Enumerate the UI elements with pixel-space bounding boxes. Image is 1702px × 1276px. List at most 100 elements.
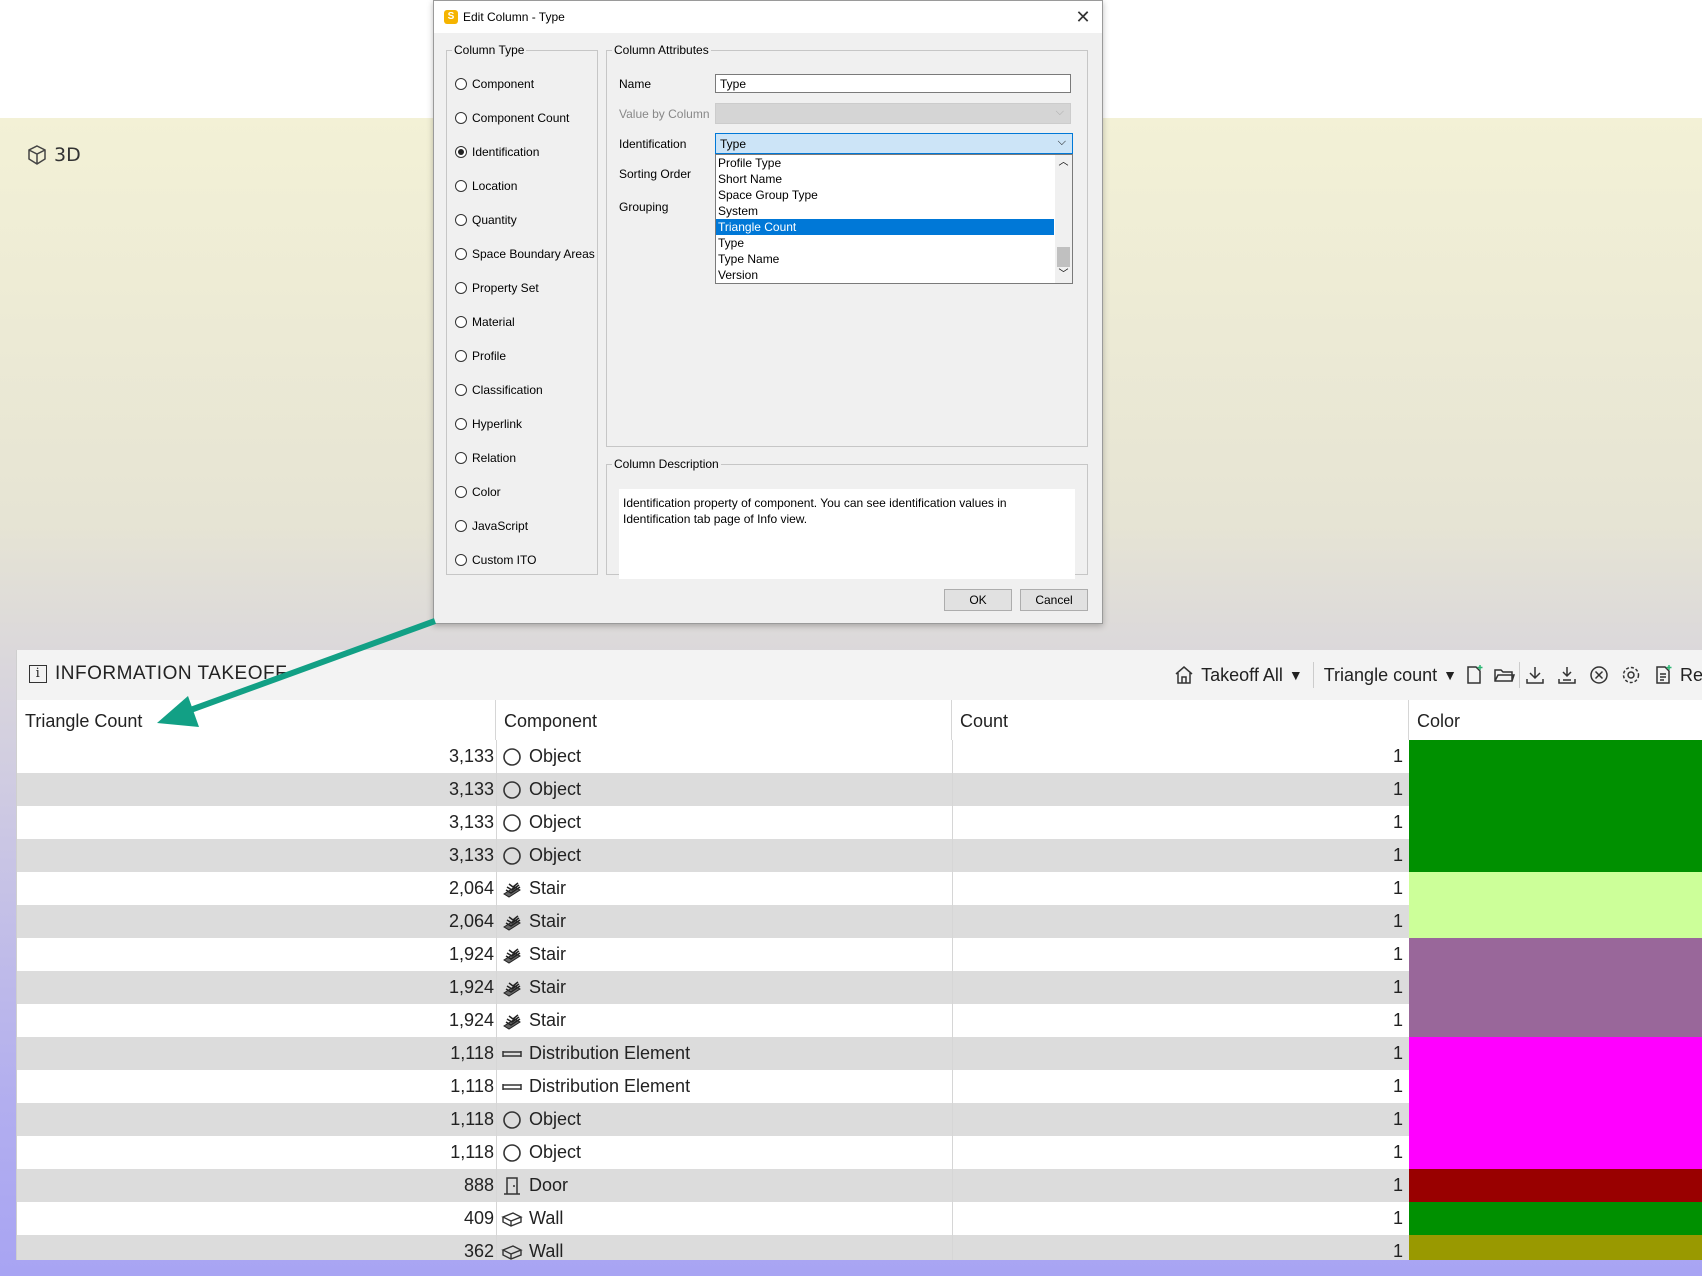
identification-dropdown-list[interactable]: Profile Type Short Name Space Group Type Sy… xyxy=(715,154,1073,284)
preset-dropdown[interactable]: Triangle count ▼ xyxy=(1318,665,1463,686)
table-row[interactable]: 3,133 Object 1 xyxy=(17,839,1702,872)
radio-button[interactable] xyxy=(455,180,467,192)
dropdown-option[interactable]: Triangle Count xyxy=(716,219,1054,235)
radio-button[interactable] xyxy=(455,282,467,294)
identification-select-value: Type xyxy=(720,137,747,151)
radio-button[interactable] xyxy=(455,248,467,260)
download-icon[interactable] xyxy=(1524,664,1546,686)
table-row[interactable]: 362 Wall 1 xyxy=(17,1235,1702,1260)
radio-button[interactable] xyxy=(455,418,467,430)
clear-icon[interactable] xyxy=(1588,664,1610,686)
table-row[interactable]: 1,118 Distribution Element 1 xyxy=(17,1037,1702,1070)
component-cell: Stair xyxy=(496,971,952,1004)
table-row[interactable]: 1,118 Object 1 xyxy=(17,1103,1702,1136)
scroll-up-icon[interactable]: ︿ xyxy=(1055,155,1072,171)
report-icon[interactable] xyxy=(1652,664,1674,686)
info-icon: i xyxy=(29,665,47,683)
column-type-option-javascript[interactable]: JavaScript xyxy=(455,519,528,533)
toolbar-separator xyxy=(1518,662,1520,688)
column-header-count[interactable]: Count xyxy=(952,700,1409,740)
scroll-down-icon[interactable]: ﹀ xyxy=(1055,267,1072,283)
table-row[interactable]: 2,064 Stair 1 xyxy=(17,905,1702,938)
takeoff-all-dropdown[interactable]: Takeoff All ▼ xyxy=(1167,664,1309,686)
color-swatch-cell xyxy=(1409,872,1702,905)
dropdown-option[interactable]: Type xyxy=(716,235,1054,251)
radio-label: Location xyxy=(472,179,518,193)
table-row[interactable]: 1,118 Distribution Element 1 xyxy=(17,1070,1702,1103)
radio-button[interactable] xyxy=(455,520,467,532)
table-row[interactable]: 409 Wall 1 xyxy=(17,1202,1702,1235)
dropdown-scrollbar[interactable]: ︿ ﹀ xyxy=(1055,155,1072,283)
table-row[interactable]: 1,924 Stair 1 xyxy=(17,971,1702,1004)
radio-button[interactable] xyxy=(455,554,467,566)
radio-button[interactable] xyxy=(455,78,467,90)
column-type-option-custom-ito[interactable]: Custom ITO xyxy=(455,553,536,567)
column-header-component[interactable]: Component xyxy=(496,700,952,740)
dropdown-option[interactable]: Profile Type xyxy=(716,155,1054,171)
dropdown-option[interactable]: Space Group Type xyxy=(716,187,1054,203)
component-name: Distribution Element xyxy=(529,1076,691,1096)
cancel-button[interactable]: Cancel xyxy=(1020,589,1088,611)
radio-button[interactable] xyxy=(455,384,467,396)
color-swatch-cell xyxy=(1409,1004,1702,1037)
column-type-option-relation[interactable]: Relation xyxy=(455,451,516,465)
ok-button[interactable]: OK xyxy=(944,589,1012,611)
column-type-option-color[interactable]: Color xyxy=(455,485,501,499)
dialog-titlebar[interactable]: S Edit Column - Type ✕ xyxy=(434,1,1102,33)
table-row[interactable]: 3,133 Object 1 xyxy=(17,773,1702,806)
column-type-option-space-boundary-areas[interactable]: Space Boundary Areas xyxy=(455,247,595,261)
open-folder-icon[interactable] xyxy=(1493,664,1515,686)
table-row[interactable]: 1,924 Stair 1 xyxy=(17,938,1702,971)
radio-button[interactable] xyxy=(455,112,467,124)
panel-header: i INFORMATION TAKEOFF Takeoff All ▼ Tria… xyxy=(17,650,1702,701)
dropdown-option[interactable]: Short Name xyxy=(716,171,1054,187)
column-header-color[interactable]: Color xyxy=(1409,700,1702,740)
radio-button[interactable] xyxy=(455,214,467,226)
column-type-option-hyperlink[interactable]: Hyperlink xyxy=(455,417,522,431)
radio-label: JavaScript xyxy=(472,519,529,533)
dropdown-option[interactable]: Version xyxy=(716,267,1054,283)
component-name: Distribution Element xyxy=(529,1043,691,1063)
triangle-count-cell: 409 xyxy=(463,1208,494,1228)
column-type-option-component-count[interactable]: Component Count xyxy=(455,111,569,125)
column-type-option-quantity[interactable]: Quantity xyxy=(455,213,517,227)
identification-select[interactable]: Type ⌵ xyxy=(715,133,1073,154)
radio-button[interactable] xyxy=(455,316,467,328)
radio-label: Material xyxy=(472,315,515,329)
chevron-down-icon[interactable]: ⌵ xyxy=(1058,136,1066,149)
triangle-count-cell: 3,133 xyxy=(448,746,494,766)
column-type-option-identification[interactable]: Identification xyxy=(455,145,539,159)
reports-label[interactable]: Re xyxy=(1680,665,1702,686)
gear-icon[interactable] xyxy=(1620,664,1642,686)
scroll-thumb[interactable] xyxy=(1057,247,1070,267)
radio-button[interactable] xyxy=(455,146,467,158)
radio-button[interactable] xyxy=(455,486,467,498)
table-row[interactable]: 1,924 Stair 1 xyxy=(17,1004,1702,1037)
object-icon xyxy=(503,1110,521,1129)
name-field[interactable]: Type xyxy=(715,74,1071,93)
dropdown-option[interactable]: System xyxy=(716,203,1054,219)
radio-button[interactable] xyxy=(455,452,467,464)
column-description-group: Column Description Identification proper… xyxy=(606,457,1088,579)
column-type-option-location[interactable]: Location xyxy=(455,179,517,193)
table-row[interactable]: 3,133 Object 1 xyxy=(17,806,1702,839)
count-cell: 1 xyxy=(952,905,1409,938)
table-row[interactable]: 1,118 Object 1 xyxy=(17,1136,1702,1169)
triangle-count-cell: 1,924 xyxy=(448,1010,494,1030)
column-type-option-material[interactable]: Material xyxy=(455,315,515,329)
new-file-icon[interactable] xyxy=(1463,664,1485,686)
column-header-triangle-count[interactable]: Triangle Count xyxy=(17,700,496,740)
color-swatch-cell xyxy=(1409,1169,1702,1202)
column-type-option-property-set[interactable]: Property Set xyxy=(455,281,539,295)
column-type-option-profile[interactable]: Profile xyxy=(455,349,506,363)
column-type-option-component[interactable]: Component xyxy=(455,77,534,91)
dropdown-option[interactable]: Type Name xyxy=(716,251,1054,267)
table-row[interactable]: 3,133 Object 1 xyxy=(17,740,1702,773)
component-cell: Object xyxy=(496,1103,952,1136)
table-row[interactable]: 2,064 Stair 1 xyxy=(17,872,1702,905)
export-icon[interactable] xyxy=(1556,664,1578,686)
close-icon[interactable]: ✕ xyxy=(1072,6,1094,28)
radio-button[interactable] xyxy=(455,350,467,362)
table-row[interactable]: 888 Door 1 xyxy=(17,1169,1702,1202)
column-type-option-classification[interactable]: Classification xyxy=(455,383,543,397)
